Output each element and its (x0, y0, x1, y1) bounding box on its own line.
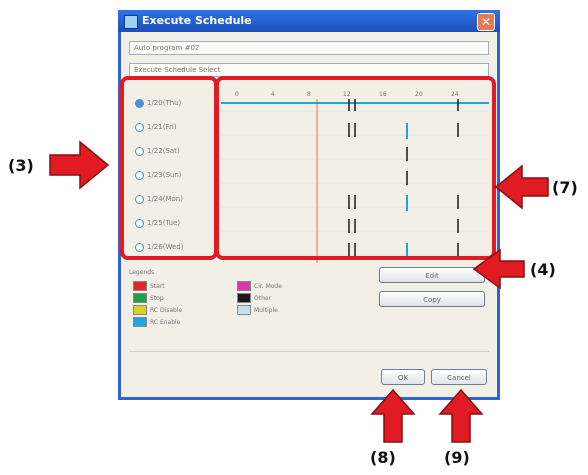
legend-item: Multiple (237, 305, 278, 315)
cancel-button[interactable]: Cancel (431, 369, 487, 385)
legend-item: Start (133, 281, 165, 291)
swatch-icon (237, 293, 251, 303)
callout-9: (9) (444, 448, 470, 467)
legend-label: Stop (150, 294, 164, 302)
legend-label: RC Disable (150, 306, 183, 314)
legend-item: RC Enable (133, 317, 180, 327)
swatch-icon (133, 317, 147, 327)
arrow-7-icon (494, 164, 549, 210)
legend-item: RC Disable (133, 305, 182, 315)
title-bar: Execute Schedule ✕ (118, 10, 500, 32)
legend-title: Legends (129, 269, 155, 276)
ok-button[interactable]: OK (381, 369, 425, 385)
arrow-9-icon (438, 388, 484, 443)
legend-item: Other (237, 293, 271, 303)
legend-label: Other (254, 294, 272, 302)
arrow-8-icon (370, 388, 416, 443)
swatch-icon (133, 305, 147, 315)
highlight-day-list (120, 76, 218, 260)
highlight-timeline (215, 76, 496, 260)
program-field[interactable]: Auto program #02 (129, 41, 489, 55)
close-icon[interactable]: ✕ (477, 13, 495, 31)
legend-label: RC Enable (150, 318, 181, 326)
swatch-icon (133, 293, 147, 303)
legend-item: Cir. Mode (237, 281, 282, 291)
swatch-icon (237, 305, 251, 315)
schedule-select-field[interactable]: Execute Schedule Select (129, 63, 489, 77)
callout-8: (8) (370, 448, 396, 467)
dialog-title: Execute Schedule (142, 14, 252, 27)
legend-item: Stop (133, 293, 164, 303)
callout-4: (4) (530, 260, 556, 279)
legend-label: Multiple (254, 306, 278, 314)
callout-7: (7) (552, 178, 578, 197)
edit-button[interactable]: Edit (379, 267, 485, 283)
app-icon (124, 15, 138, 29)
arrow-3-icon (49, 140, 110, 190)
swatch-icon (133, 281, 147, 291)
swatch-icon (237, 281, 251, 291)
legend-label: Cir. Mode (254, 282, 282, 290)
callout-3: (3) (8, 156, 34, 175)
arrow-4-icon (472, 248, 525, 290)
legend-label: Start (150, 282, 165, 290)
divider (129, 351, 489, 352)
copy-button[interactable]: Copy (379, 291, 485, 307)
